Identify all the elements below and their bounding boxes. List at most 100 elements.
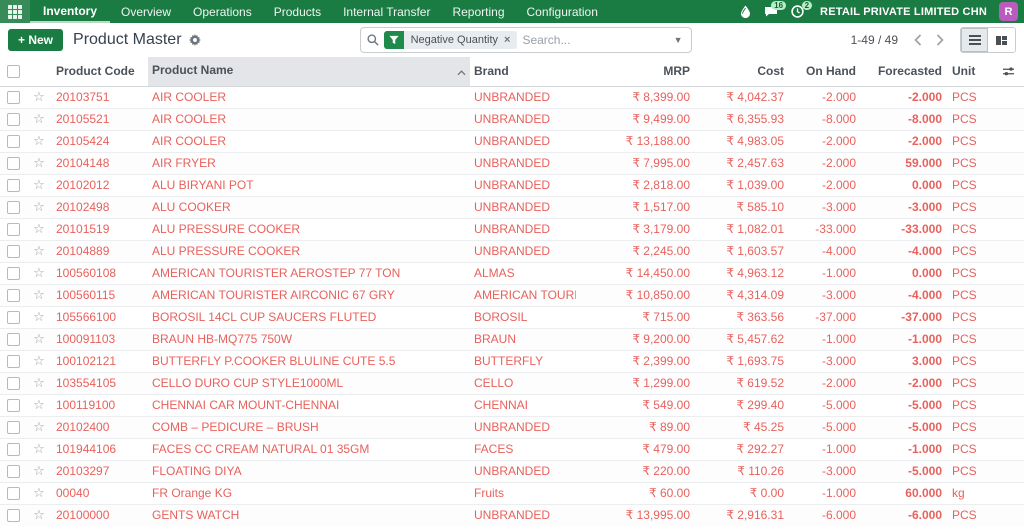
pager-next-button[interactable] [930,32,950,48]
row-checkbox[interactable] [6,464,20,478]
table-row[interactable]: ☆ 20105424 AIR COOLER UNBRANDED ₹ 13,188.00 ₹… [0,129,1024,152]
cell-unit[interactable]: PCS [948,85,992,108]
cell-cost[interactable]: ₹ 1,693.75 [696,349,790,372]
cell-on-hand[interactable]: -3.000 [790,195,862,218]
column-header-unit[interactable]: Unit [948,57,992,87]
table-row[interactable]: ☆ 20101519 ALU PRESSURE COOKER UNBRANDED ₹ 3… [0,217,1024,240]
cell-mrp[interactable]: ₹ 220.00 [576,459,696,482]
cell-unit[interactable]: PCS [948,151,992,174]
cell-unit[interactable]: PCS [948,129,992,152]
row-checkbox[interactable] [6,266,20,280]
cell-product-name[interactable]: COMB – PEDICURE – BRUSH [148,415,470,438]
cell-cost[interactable]: ₹ 2,916.31 [696,503,790,526]
star-icon[interactable]: ☆ [33,375,45,390]
cell-unit[interactable]: PCS [948,393,992,416]
cell-mrp[interactable]: ₹ 2,818.00 [576,173,696,196]
cell-product-code[interactable]: 105566100 [52,305,148,328]
row-select-cell[interactable] [0,283,26,306]
cell-forecasted[interactable]: -3.000 [862,195,948,218]
cell-unit[interactable]: PCS [948,503,992,526]
star-icon[interactable]: ☆ [33,177,45,192]
cell-mrp[interactable]: ₹ 60.00 [576,481,696,504]
cell-cost[interactable]: ₹ 2,457.63 [696,151,790,174]
cell-mrp[interactable]: ₹ 13,995.00 [576,503,696,526]
row-checkbox[interactable] [6,442,20,456]
menu-operations[interactable]: Operations [182,0,263,23]
cell-brand[interactable]: BRAUN [470,327,576,350]
row-select-cell[interactable] [0,107,26,130]
cell-brand[interactable]: UNBRANDED [470,195,576,218]
cell-product-code[interactable]: 20104148 [52,151,148,174]
cell-mrp[interactable]: ₹ 14,450.00 [576,261,696,284]
cell-unit[interactable]: PCS [948,371,992,394]
cell-cost[interactable]: ₹ 4,314.09 [696,283,790,306]
row-checkbox[interactable] [6,398,20,412]
row-checkbox[interactable] [6,222,20,236]
kanban-view-button[interactable] [988,28,1015,52]
cell-unit[interactable]: PCS [948,327,992,350]
cell-brand[interactable]: UNBRANDED [470,173,576,196]
cell-on-hand[interactable]: -6.000 [790,503,862,526]
row-select-cell[interactable] [0,305,26,328]
cell-on-hand[interactable]: -1.000 [790,481,862,504]
row-favorite-cell[interactable]: ☆ [26,481,52,504]
row-select-cell[interactable] [0,481,26,504]
row-checkbox[interactable] [6,156,20,170]
cell-unit[interactable]: PCS [948,173,992,196]
column-header-product-code[interactable]: Product Code [52,57,148,87]
cell-cost[interactable]: ₹ 1,603.57 [696,239,790,262]
cell-product-name[interactable]: AMERICAN TOURISTER AEROSTEP 77 TON [148,261,470,284]
row-favorite-cell[interactable]: ☆ [26,349,52,372]
cell-brand[interactable]: ALMAS [470,261,576,284]
row-select-cell[interactable] [0,415,26,438]
column-header-product-name[interactable]: Product Name [148,57,470,87]
cell-brand[interactable]: UNBRANDED [470,151,576,174]
row-checkbox[interactable] [6,310,20,324]
row-favorite-cell[interactable]: ☆ [26,129,52,152]
cell-brand[interactable]: FACES [470,437,576,460]
cell-brand[interactable]: UNBRANDED [470,459,576,482]
cell-brand[interactable]: AMERICAN TOURISTER [470,283,576,306]
cell-cost[interactable]: ₹ 4,983.05 [696,129,790,152]
star-icon[interactable]: ☆ [33,89,45,104]
cell-brand[interactable]: BUTTERFLY [470,349,576,372]
cell-forecasted[interactable]: 3.000 [862,349,948,372]
star-icon[interactable]: ☆ [33,133,45,148]
cell-product-name[interactable]: AIR COOLER [148,129,470,152]
filter-facet[interactable]: Negative Quantity × [383,31,518,49]
row-checkbox[interactable] [6,332,20,346]
star-icon[interactable]: ☆ [33,331,45,346]
cell-forecasted[interactable]: -37.000 [862,305,948,328]
cell-forecasted[interactable]: -33.000 [862,217,948,240]
cell-product-code[interactable]: 20101519 [52,217,148,240]
cell-product-name[interactable]: FACES CC CREAM NATURAL 01 35GM [148,437,470,460]
row-favorite-cell[interactable]: ☆ [26,283,52,306]
cell-product-name[interactable]: ALU COOKER [148,195,470,218]
cell-cost[interactable]: ₹ 1,082.01 [696,217,790,240]
table-row[interactable]: ☆ 20102498 ALU COOKER UNBRANDED ₹ 1,517.00 ₹ … [0,195,1024,218]
row-select-cell[interactable] [0,503,26,526]
column-header-mrp[interactable]: MRP [576,57,696,87]
cell-on-hand[interactable]: -5.000 [790,415,862,438]
row-select-cell[interactable] [0,349,26,372]
menu-overview[interactable]: Overview [110,0,182,23]
menu-reporting[interactable]: Reporting [441,0,515,23]
cell-on-hand[interactable]: -2.000 [790,85,862,108]
optional-columns-header[interactable] [992,57,1024,87]
cell-mrp[interactable]: ₹ 479.00 [576,437,696,460]
cell-brand[interactable]: Fruits [470,481,576,504]
search-dropdown-caret-icon[interactable]: ▼ [672,35,685,45]
column-header-on-hand[interactable]: On Hand [790,57,862,87]
new-button[interactable]: + New [8,29,64,51]
cell-on-hand[interactable]: -2.000 [790,173,862,196]
cell-forecasted[interactable]: -5.000 [862,415,948,438]
row-favorite-cell[interactable]: ☆ [26,371,52,394]
cell-product-code[interactable]: 100560108 [52,261,148,284]
app-menu-inventory[interactable]: Inventory [30,0,111,23]
table-row[interactable]: ☆ 20105521 AIR COOLER UNBRANDED ₹ 9,499.00 ₹ … [0,107,1024,130]
row-checkbox[interactable] [6,486,20,500]
star-icon[interactable]: ☆ [33,463,45,478]
cell-on-hand[interactable]: -2.000 [790,151,862,174]
cell-on-hand[interactable]: -3.000 [790,459,862,482]
row-favorite-cell[interactable]: ☆ [26,195,52,218]
